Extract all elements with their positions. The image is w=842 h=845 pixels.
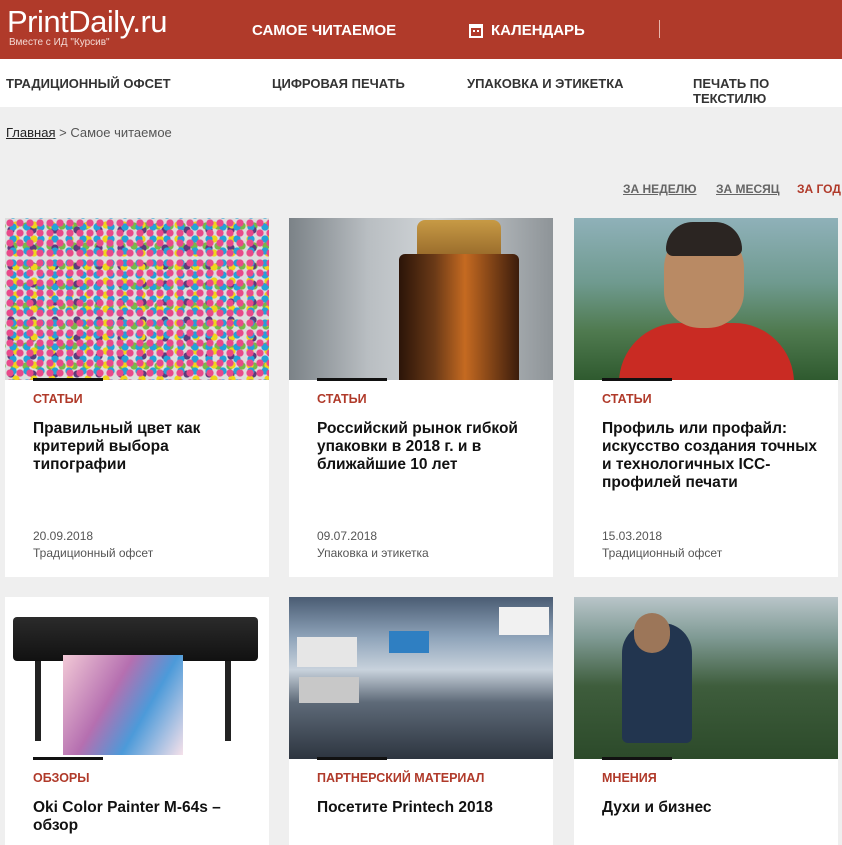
article-card[interactable]: МНЕНИЯ Духи и бизнес [574, 597, 838, 845]
article-rubric[interactable]: Упаковка и этикетка [317, 546, 429, 560]
breadcrumb-current: Самое читаемое [70, 125, 172, 140]
card-accent-line [33, 757, 103, 760]
card-accent-line [317, 757, 387, 760]
article-date: 15.03.2018 [602, 529, 663, 543]
article-card[interactable]: СТАТЬИ Российский рынок гибкой упаковки … [289, 218, 553, 577]
category-nav: ТРАДИЦИОННЫЙ ОФСЕТ ЦИФРОВАЯ ПЕЧАТЬ УПАКО… [0, 59, 842, 107]
card-accent-line [33, 378, 103, 381]
article-title[interactable]: Духи и бизнес [602, 799, 827, 817]
article-image[interactable] [5, 218, 269, 380]
card-accent-line [602, 378, 672, 381]
site-logo[interactable]: PrintDaily.ru Вместе с ИД "Курсив" [7, 4, 168, 49]
article-card[interactable]: СТАТЬИ Профиль или профайл: искусство со… [574, 218, 838, 577]
top-header: PrintDaily.ru Вместе с ИД "Курсив" САМОЕ… [0, 0, 842, 59]
article-image[interactable] [574, 218, 838, 380]
image-detail [499, 607, 549, 635]
breadcrumb: Главная > Самое читаемое [6, 125, 172, 140]
article-card[interactable]: ОБЗОРЫ Oki Color Painter M-64s – обзор [5, 597, 269, 845]
image-detail [619, 323, 794, 380]
category-digital[interactable]: ЦИФРОВАЯ ПЕЧАТЬ [272, 76, 405, 91]
article-title[interactable]: Oki Color Painter M-64s – обзор [33, 799, 258, 835]
period-week[interactable]: ЗА НЕДЕЛЮ [623, 182, 697, 196]
calendar-icon [469, 23, 483, 38]
image-detail [666, 222, 742, 256]
article-card[interactable]: ПАРТНЕРСКИЙ МАТЕРИАЛ Посетите Printech 2… [289, 597, 553, 845]
nav-calendar[interactable]: КАЛЕНДАРЬ [469, 22, 585, 39]
category-packaging[interactable]: УПАКОВКА И ЭТИКЕТКА [467, 76, 624, 91]
article-category[interactable]: МНЕНИЯ [602, 771, 657, 785]
breadcrumb-separator: > [55, 125, 71, 140]
image-detail [35, 661, 41, 741]
article-category[interactable]: ОБЗОРЫ [33, 771, 90, 785]
article-category[interactable]: ПАРТНЕРСКИЙ МАТЕРИАЛ [317, 771, 484, 785]
logo-text: PrintDaily.ru [7, 4, 168, 39]
article-title[interactable]: Профиль или профайл: искусство создания … [602, 420, 827, 492]
category-textile[interactable]: ПЕЧАТЬ ПО ТЕКСТИЛЮ [693, 76, 842, 106]
image-detail [399, 254, 519, 380]
article-rubric[interactable]: Традиционный офсет [33, 546, 153, 560]
card-accent-line [602, 757, 672, 760]
article-image[interactable] [289, 218, 553, 380]
card-accent-line [317, 378, 387, 381]
period-month[interactable]: ЗА МЕСЯЦ [716, 182, 780, 196]
period-year[interactable]: ЗА ГОД [797, 182, 841, 196]
nav-calendar-label: КАЛЕНДАРЬ [491, 22, 585, 39]
nav-most-read[interactable]: САМОЕ ЧИТАЕМОЕ [252, 22, 396, 39]
article-category[interactable]: СТАТЬИ [602, 392, 652, 406]
image-detail [299, 677, 359, 703]
header-divider [659, 20, 660, 38]
image-detail [297, 637, 357, 667]
article-image[interactable] [289, 597, 553, 759]
article-rubric[interactable]: Традиционный офсет [602, 546, 722, 560]
article-date: 20.09.2018 [33, 529, 94, 543]
article-image[interactable] [574, 597, 838, 759]
image-detail [389, 631, 429, 653]
article-title[interactable]: Правильный цвет как критерий выбора типо… [33, 420, 258, 474]
article-card[interactable]: СТАТЬИ Правильный цвет как критерий выбо… [5, 218, 269, 577]
article-title[interactable]: Российский рынок гибкой упаковки в 2018 … [317, 420, 542, 474]
image-detail [63, 655, 183, 755]
image-detail [225, 661, 231, 741]
article-category[interactable]: СТАТЬИ [33, 392, 83, 406]
article-title[interactable]: Посетите Printech 2018 [317, 799, 542, 817]
article-date: 09.07.2018 [317, 529, 378, 543]
category-offset[interactable]: ТРАДИЦИОННЫЙ ОФСЕТ [6, 76, 171, 91]
breadcrumb-home[interactable]: Главная [6, 125, 55, 140]
article-image[interactable] [5, 597, 269, 759]
image-detail [634, 613, 670, 653]
article-category[interactable]: СТАТЬИ [317, 392, 367, 406]
